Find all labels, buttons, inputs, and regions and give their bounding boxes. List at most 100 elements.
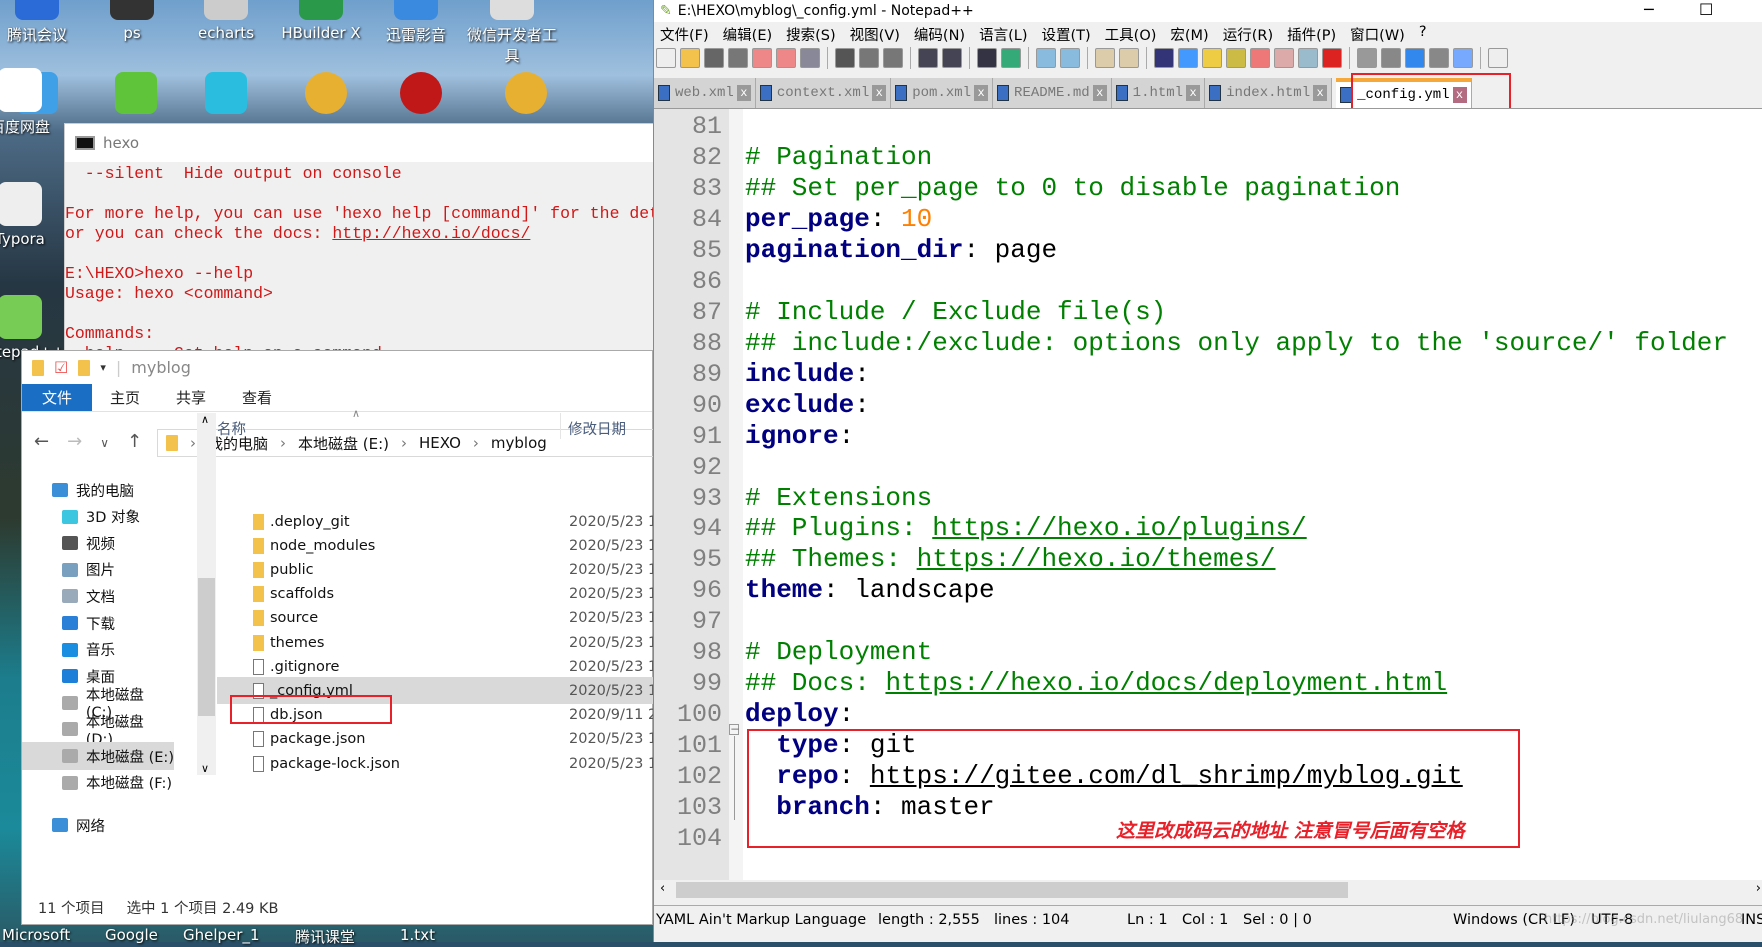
console-icon[interactable] <box>1488 48 1508 68</box>
save-all-icon[interactable] <box>728 48 748 68</box>
desktop-icon-label[interactable]: 腾讯课堂 <box>295 926 355 947</box>
file-tab[interactable]: pom.xml x <box>891 78 994 108</box>
column-divider[interactable] <box>560 413 561 439</box>
breadcrumb-item[interactable]: myblog <box>491 434 547 452</box>
recent-chevron-icon[interactable]: ∨ <box>100 431 109 455</box>
breadcrumb-chevron-icon[interactable]: › <box>280 434 286 452</box>
new-folder-icon[interactable] <box>78 359 91 376</box>
file-tab[interactable]: web.xml x <box>654 78 756 108</box>
console-title-bar[interactable]: hexo <box>65 124 663 162</box>
file-tab[interactable]: context.xml x <box>755 78 892 108</box>
notepad-plus-plus-window[interactable]: ✎ E:\HEXO\myblog\_config.yml - Notepad++ … <box>653 0 1762 942</box>
desktop-icon-label[interactable]: Microsoft <box>2 926 70 944</box>
url-link[interactable]: https://hexo.io/themes/ <box>917 544 1276 574</box>
desktop-icon[interactable]: 微信开发者工具 <box>467 0 557 66</box>
indent-guide-icon[interactable] <box>1202 48 1222 68</box>
file-tab[interactable]: index.html x <box>1205 78 1333 108</box>
menu-item[interactable]: 编辑(E) <box>723 24 772 45</box>
monitor-icon[interactable] <box>1322 48 1342 68</box>
doc-map-icon[interactable] <box>1250 48 1270 68</box>
desktop-icon[interactable]: 百度网盘 <box>0 68 65 137</box>
scroll-left-icon[interactable]: ‹ <box>660 881 665 896</box>
nav-item[interactable]: 本地磁盘 (D:) <box>22 715 174 748</box>
desktop-icon-label[interactable]: Ghelper_1 <box>183 926 260 944</box>
menu-item[interactable]: 设置(T) <box>1041 24 1090 45</box>
close-tab-icon[interactable]: x <box>872 85 887 101</box>
desktop-icon[interactable]: echarts <box>181 0 271 42</box>
file-row[interactable]: node_modules 2020/5/23 1 <box>217 532 657 559</box>
sync-h-icon[interactable] <box>1119 48 1139 68</box>
copy-icon[interactable] <box>859 48 879 68</box>
print-icon[interactable] <box>800 48 820 68</box>
minimize-button[interactable]: ─ <box>1644 0 1654 19</box>
breadcrumb-item[interactable]: 本地磁盘 (E:) <box>298 433 389 454</box>
nav-item[interactable]: 图片 <box>22 556 174 584</box>
nav-item[interactable]: 视频 <box>22 529 174 557</box>
chevron-down-icon[interactable]: ▾ <box>100 361 106 374</box>
close-tab-icon[interactable]: x <box>1186 85 1201 101</box>
nav-item[interactable]: 本地磁盘 (F:) <box>22 769 174 797</box>
desktop-icon[interactable]: 迅雷影音 <box>371 0 461 45</box>
desktop-icon[interactable]: 腾讯会议 <box>0 0 82 45</box>
breadcrumb-chevron-icon[interactable]: › <box>473 434 479 452</box>
zoom-out-icon[interactable] <box>1060 48 1080 68</box>
scroll-right-icon[interactable]: › <box>1756 881 1761 896</box>
all-chars-icon[interactable] <box>1178 48 1198 68</box>
up-icon[interactable]: ↑ <box>127 431 142 455</box>
horizontal-scrollbar[interactable]: ‹ › <box>654 880 1762 900</box>
menu-item[interactable]: 工具(O) <box>1105 24 1157 45</box>
menu-item[interactable]: 视图(V) <box>850 24 900 45</box>
open-icon[interactable] <box>680 48 700 68</box>
menu-item[interactable]: 宏(M) <box>1170 24 1208 45</box>
scroll-up-icon[interactable]: ∧ <box>201 413 209 426</box>
column-header-date[interactable]: 修改日期 <box>568 418 626 439</box>
menu-item[interactable]: 搜索(S) <box>786 24 836 45</box>
nav-item[interactable]: 我的电脑 <box>22 476 174 504</box>
scrollbar-thumb[interactable] <box>198 578 215 716</box>
menu-item[interactable]: ? <box>1419 24 1427 45</box>
save-macro-icon[interactable] <box>1453 48 1473 68</box>
file-row[interactable]: .gitignore 2020/5/23 1 <box>217 653 657 680</box>
file-row[interactable]: themes 2020/5/23 1 <box>217 629 657 656</box>
run-macro-multiple-icon[interactable] <box>1429 48 1449 68</box>
paste-icon[interactable] <box>883 48 903 68</box>
forward-icon[interactable]: → <box>67 431 82 455</box>
close-tab-icon[interactable]: x <box>736 85 751 101</box>
stop-macro-icon[interactable] <box>1381 48 1401 68</box>
desktop-icon[interactable]: Typora <box>0 182 65 248</box>
file-tab[interactable]: 1.html x <box>1111 78 1206 108</box>
close-tab-icon[interactable]: x <box>974 85 989 101</box>
code-editor[interactable]: 81 82 # Pagination 83 ## Set per_page to 0 t… <box>654 108 1762 880</box>
record-macro-icon[interactable] <box>1357 48 1377 68</box>
nav-item[interactable]: 音乐 <box>22 636 174 664</box>
nav-scrollbar[interactable]: ∧ ∨ <box>197 413 216 775</box>
menu-item[interactable]: 语言(L) <box>979 24 1027 45</box>
desktop-icon-label[interactable]: 1.txt <box>400 926 435 944</box>
redo-icon[interactable] <box>942 48 962 68</box>
desktop-icon[interactable]: HBuilder X <box>276 0 366 42</box>
nav-item[interactable]: 下载 <box>22 609 174 637</box>
scrollbar-thumb[interactable] <box>676 882 1348 898</box>
desktop-icon-label[interactable]: Google <box>105 926 158 944</box>
close-all-icon[interactable] <box>776 48 796 68</box>
find-icon[interactable] <box>977 48 997 68</box>
file-explorer-window[interactable]: ☑ ▾ | myblog 文件 主页 共享 查看 ← → ∨ ↑ › 我的电脑 › 本地磁盘… <box>21 350 657 925</box>
column-header-name[interactable]: 名称 <box>217 418 246 439</box>
shortcut-icon[interactable] <box>400 72 442 114</box>
breadcrumb-chevron-icon[interactable]: › <box>190 434 196 452</box>
folder-workspace-icon[interactable] <box>1298 48 1318 68</box>
close-tab-icon[interactable]: x <box>1092 85 1107 101</box>
file-row[interactable]: package-lock.json 2020/5/23 1 <box>217 750 657 777</box>
zoom-in-icon[interactable] <box>1036 48 1056 68</box>
file-row[interactable]: source 2020/5/23 1 <box>217 605 657 632</box>
back-icon[interactable]: ← <box>34 431 49 455</box>
wrap-icon[interactable] <box>1154 48 1174 68</box>
menu-item[interactable]: 文件(F) <box>660 24 709 45</box>
nav-item[interactable]: 3D 对象 <box>22 503 174 531</box>
shortcut-icon[interactable] <box>205 72 247 114</box>
desktop-icon[interactable]: ps <box>87 0 177 42</box>
nav-item[interactable]: 网络 <box>22 811 174 839</box>
properties-icon[interactable]: ☑ <box>54 358 68 377</box>
file-row[interactable]: scaffolds 2020/5/23 1 <box>217 581 657 608</box>
title-bar[interactable]: ✎ E:\HEXO\myblog\_config.yml - Notepad++ <box>654 0 1762 22</box>
